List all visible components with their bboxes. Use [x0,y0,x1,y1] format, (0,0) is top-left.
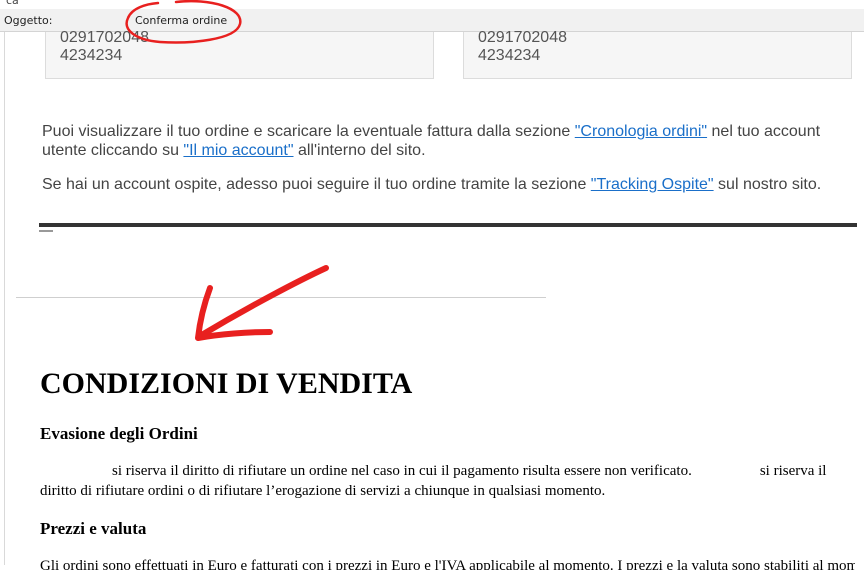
address-box-shipping: 0291702048 4234234 [463,29,852,79]
subject-value[interactable]: Conferma ordine [135,14,227,27]
thin-divider [16,297,546,298]
subject-label: Oggetto: [4,14,53,27]
info-text: sul nostro sito. [713,176,822,193]
guest-tracking-link[interactable]: "Tracking Ospite" [591,176,714,193]
order-info-paragraph: Puoi visualizzare il tuo ordine e scaric… [42,122,842,160]
info-text: all'interno del sito. [293,142,426,159]
address-phone: 0291702048 [60,29,149,46]
my-account-link[interactable]: "Il mio account" [183,142,293,159]
terms-title: CONDIZIONI DI VENDITA [40,367,413,400]
order-history-link[interactable]: "Cronologia ordini" [575,123,707,140]
info-text: Se hai un account ospite, adesso puoi se… [42,176,591,193]
divider-mark [39,230,53,232]
address-line: 4234234 [60,47,123,64]
evasione-text: si riserva il diritto di rifiutare un or… [112,463,692,479]
section-divider [39,223,857,227]
guest-tracking-paragraph: Se hai un account ospite, adesso puoi se… [42,175,842,194]
evasione-paragraph: si riserva il diritto di rifiutare un or… [40,461,855,501]
prezzi-heading: Prezzi e valuta [40,519,147,538]
evasione-heading: Evasione degli Ordini [40,424,198,443]
email-body: 0291702048 4234234 0291702048 4234234 Pu… [4,29,864,570]
prezzi-text: Gli ordini sono effettuati in Euro e fat… [40,558,855,570]
prezzi-paragraph: Gli ordini sono effettuati in Euro e fat… [40,556,855,570]
address-line: 4234234 [478,47,541,64]
address-box-billing: 0291702048 4234234 [45,29,434,79]
address-phone: 0291702048 [478,29,567,46]
top-fragment: ca [6,0,19,7]
info-text: Puoi visualizzare il tuo ordine e scaric… [42,123,575,140]
